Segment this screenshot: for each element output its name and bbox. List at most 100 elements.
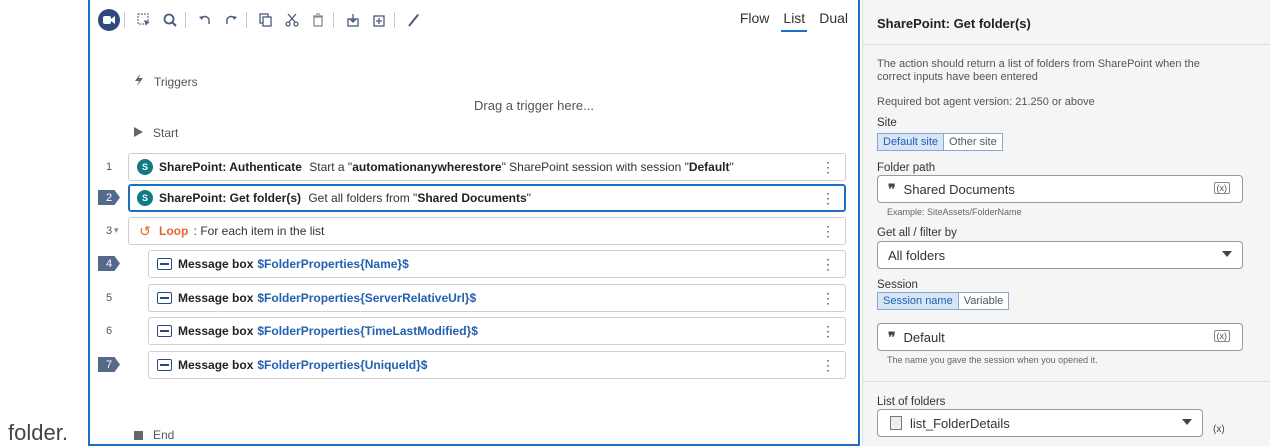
properties-panel: SharePoint: Get folder(s) The action sho…	[862, 0, 1270, 446]
chevron-down-icon	[1222, 251, 1232, 257]
copy-icon[interactable]	[255, 9, 277, 31]
chevron-down-icon	[1182, 419, 1192, 425]
bot-editor: Flow List Dual Triggers Drag a trigger h…	[88, 0, 860, 446]
sharepoint-icon: S	[137, 159, 153, 175]
message-box-icon	[157, 292, 172, 304]
session-toggle: Session name Variable	[877, 292, 1010, 310]
disable-icon[interactable]	[368, 9, 390, 31]
insert-variable-icon[interactable]: (x)	[1213, 182, 1230, 194]
action-card[interactable]: Message box $FolderProperties{UniqueId}$ ⋮	[148, 351, 846, 379]
action-description: The action should return a list of folde…	[877, 58, 1200, 83]
cut-icon[interactable]	[281, 9, 303, 31]
action-name: SharePoint: Get folder(s)	[159, 191, 302, 205]
site-toggle: Default site Other site	[877, 133, 1003, 151]
action-text: Get all folders from "	[305, 191, 418, 205]
parameter-value: Default	[688, 160, 730, 174]
action-description: : For each item in the list	[190, 224, 325, 238]
end-node: End	[134, 428, 174, 442]
variable-token: $FolderProperties{Name}$	[257, 257, 409, 271]
action-card[interactable]: Message box $FolderProperties{TimeLastMod…	[148, 317, 846, 345]
action-card[interactable]: Message box $FolderProperties{Name}$ ⋮	[148, 250, 846, 278]
delete-icon[interactable]	[307, 9, 329, 31]
enable-icon[interactable]	[342, 9, 364, 31]
view-switcher: Flow List Dual	[738, 10, 850, 32]
loop-icon: ↺	[139, 222, 151, 239]
filter-label: Get all / filter by	[877, 227, 957, 239]
view-tab-list[interactable]: List	[781, 10, 808, 32]
variable-token: $FolderProperties{ServerRelativeUrl}$	[257, 291, 477, 305]
undo-icon[interactable]	[194, 9, 216, 31]
line-number: 2	[98, 190, 120, 205]
action-name: SharePoint: Authenticate	[159, 160, 302, 174]
line-number: 6	[105, 324, 113, 337]
action-name: Message box	[178, 257, 254, 271]
more-options-icon[interactable]: ⋮	[821, 223, 835, 240]
insert-variable-icon[interactable]: (x)	[1213, 330, 1230, 342]
output-variable-value: list_FolderDetails	[910, 415, 1010, 431]
action-card[interactable]: S SharePoint: Authenticate Start a " autom…	[128, 153, 846, 181]
redo-icon[interactable]	[220, 9, 242, 31]
bot-agent-version: Required bot agent version: 21.250 or ab…	[877, 96, 1095, 108]
quote-icon: ❞	[888, 180, 896, 197]
action-card[interactable]: ↺ Loop : For each item in the list ⋮	[128, 217, 846, 245]
action-card[interactable]: Message box $FolderProperties{ServerRelat…	[148, 284, 846, 312]
output-label: List of folders	[877, 396, 946, 408]
action-text: Start a "	[305, 160, 353, 174]
line-number: 7	[98, 357, 120, 372]
editor-toolbar: Flow List Dual	[90, 0, 858, 41]
line-number: 5	[105, 291, 113, 304]
record-icon[interactable]	[98, 9, 120, 31]
folder-path-value: Shared Documents	[903, 181, 1015, 197]
outside-caption: folder.	[8, 420, 68, 445]
more-options-icon[interactable]: ⋮	[821, 323, 835, 340]
view-tab-dual[interactable]: Dual	[817, 10, 850, 32]
view-tab-flow[interactable]: Flow	[738, 10, 772, 32]
loop-label: Loop	[159, 224, 189, 238]
drag-trigger-hint: Drag a trigger here...	[474, 98, 594, 113]
output-variable-select[interactable]: list_FolderDetails	[877, 409, 1203, 437]
message-box-icon	[157, 258, 172, 270]
more-options-icon[interactable]: ⋮	[821, 357, 835, 374]
sharepoint-icon: S	[137, 190, 153, 206]
collapse-icon[interactable]: ▾	[114, 225, 119, 236]
line-number: 4	[98, 256, 120, 271]
filter-select[interactable]: All folders	[877, 241, 1243, 269]
list-variable-icon	[890, 416, 902, 430]
stop-icon	[134, 430, 143, 440]
default-site-option[interactable]: Default site	[877, 133, 945, 151]
variable-token: $FolderProperties{TimeLastModified}$	[257, 324, 478, 338]
session-hint: The name you gave the session when you o…	[887, 355, 1098, 365]
parameter-value: automationanywherestore	[352, 160, 502, 174]
other-site-option[interactable]: Other site	[944, 133, 1003, 151]
create-variable-icon[interactable]: (x)	[1213, 424, 1225, 435]
site-label: Site	[877, 117, 897, 129]
action-name: Message box	[178, 291, 254, 305]
more-options-icon[interactable]: ⋮	[821, 159, 835, 176]
play-icon	[134, 126, 143, 140]
more-options-icon[interactable]: ⋮	[821, 290, 835, 307]
session-name-value: Default	[903, 329, 945, 345]
folder-path-field[interactable]: ❞ Shared Documents (x)	[877, 175, 1243, 203]
message-box-icon	[157, 359, 172, 371]
session-name-field[interactable]: ❞ Default (x)	[877, 323, 1243, 351]
triggers-label: Triggers	[154, 74, 198, 89]
action-text: "	[526, 191, 531, 205]
action-name: Message box	[178, 358, 254, 372]
select-icon[interactable]	[133, 9, 155, 31]
search-icon[interactable]	[159, 9, 181, 31]
variable-option[interactable]: Variable	[958, 292, 1010, 310]
line-number: 1	[105, 160, 113, 173]
action-card[interactable]: S SharePoint: Get folder(s) Get all folde…	[128, 184, 846, 212]
session-name-option[interactable]: Session name	[877, 292, 959, 310]
action-title: SharePoint: Get folder(s)	[877, 16, 1031, 31]
action-text: "	[729, 160, 734, 174]
triggers-section[interactable]: Triggers	[134, 74, 198, 89]
more-options-icon[interactable]: ⋮	[821, 190, 835, 207]
parameter-value: Shared Documents	[417, 191, 527, 205]
message-box-icon	[157, 325, 172, 337]
start-label: Start	[153, 126, 179, 140]
session-label: Session	[877, 279, 918, 291]
list-canvas: Triggers Drag a trigger here... Start 1 S…	[90, 40, 858, 444]
wand-icon[interactable]	[403, 9, 425, 31]
more-options-icon[interactable]: ⋮	[821, 256, 835, 273]
